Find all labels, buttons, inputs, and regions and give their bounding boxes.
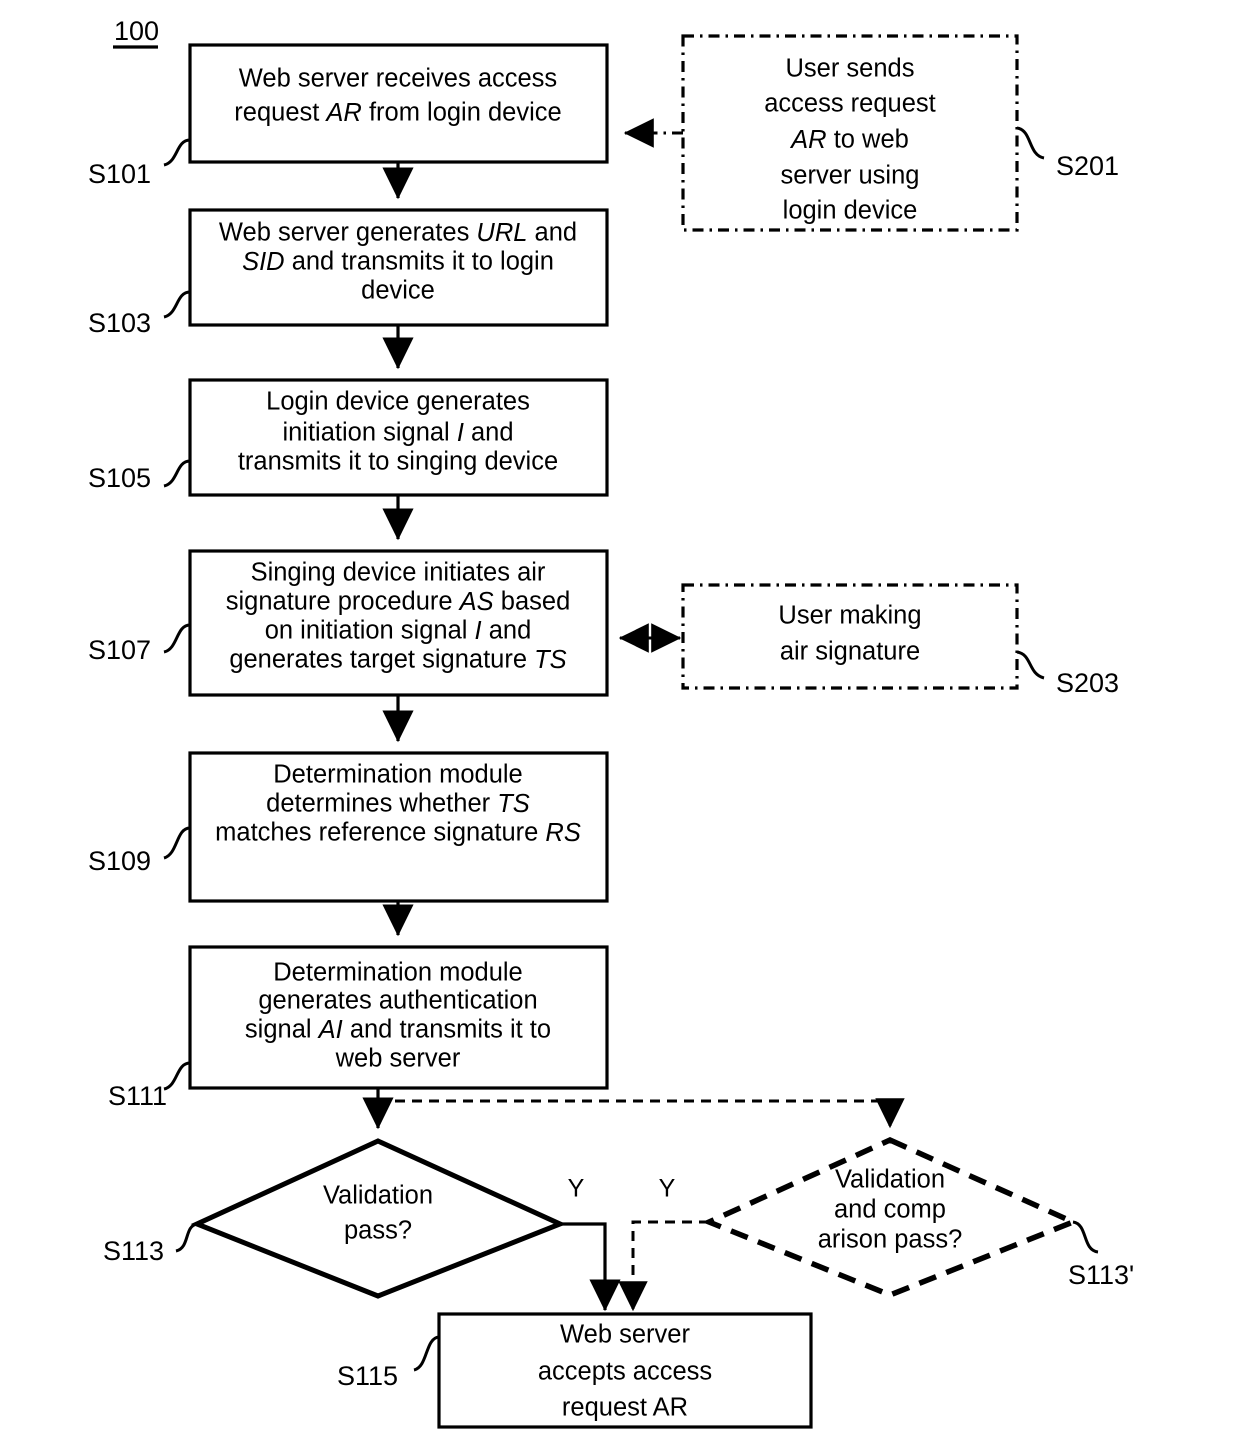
node-s113: Validation pass? S113 bbox=[103, 1138, 567, 1299]
s113prime-line-1: Validation bbox=[835, 1166, 945, 1194]
s107-leader bbox=[163, 623, 191, 654]
s201-ref-label: S201 bbox=[1056, 151, 1119, 181]
s109-line-2: determines whether TS bbox=[266, 790, 530, 818]
s113-line-1: Validation bbox=[323, 1182, 433, 1210]
branch-label-yes-dashed: Y bbox=[659, 1175, 676, 1203]
s203-line-2: air signature bbox=[780, 638, 920, 666]
s105-line-1: Login device generates bbox=[266, 388, 530, 416]
figure-number-text: 100 bbox=[114, 16, 159, 46]
s201-line-1: User sends bbox=[786, 55, 915, 83]
s103-line-1: Web server generates URL and bbox=[219, 219, 577, 247]
s111-line-2: generates authentication bbox=[258, 987, 537, 1015]
node-s111: Determination module generates authentic… bbox=[108, 945, 609, 1111]
s113prime-ref-label: S113' bbox=[1068, 1260, 1134, 1290]
s201-leader bbox=[1016, 126, 1045, 160]
s115-leader bbox=[413, 1335, 440, 1372]
s101-leader bbox=[163, 138, 191, 167]
patent-flowchart-figure: 100 Web server receives access request A… bbox=[0, 0, 1240, 1455]
s107-line-2: signature procedure AS based bbox=[226, 588, 571, 616]
node-s201: User sends access request AR to web serv… bbox=[681, 34, 1119, 232]
s103-ref-label: S103 bbox=[88, 308, 151, 338]
s115-ref-label: S115 bbox=[337, 1361, 398, 1391]
s113prime-leader bbox=[1072, 1220, 1099, 1254]
s203-leader bbox=[1016, 650, 1045, 680]
s115-line-3: request AR bbox=[562, 1394, 688, 1422]
s103-line-3: device bbox=[361, 277, 435, 305]
s115-line-1: Web server bbox=[560, 1321, 690, 1349]
s107-line-1: Singing device initiates air bbox=[251, 559, 546, 587]
s101-ref-label: S101 bbox=[88, 159, 151, 189]
s111-line-3: signal AI and transmits it to bbox=[245, 1016, 551, 1044]
s101-line-1: Web server receives access bbox=[239, 65, 557, 93]
s111-ref-label: S111 bbox=[108, 1081, 167, 1111]
node-s109: Determination module determines whether … bbox=[88, 751, 609, 903]
s101-line-2: request AR from login device bbox=[234, 99, 561, 127]
s113prime-line-2: and comp bbox=[834, 1196, 946, 1224]
connector-s111-to-s113prime bbox=[378, 1098, 905, 1129]
s107-line-3: on initiation signal I and bbox=[265, 617, 532, 645]
s201-line-3: AR to web bbox=[789, 126, 909, 154]
s115-line-2: accepts access bbox=[538, 1358, 712, 1386]
s111-line-1: Determination module bbox=[273, 959, 522, 987]
s105-ref-label: S105 bbox=[88, 463, 151, 493]
s203-box bbox=[681, 583, 1019, 690]
connector-s113-to-s115 bbox=[560, 1222, 621, 1312]
s113-line-2: pass? bbox=[344, 1217, 412, 1245]
s111-line-4: web server bbox=[335, 1045, 461, 1073]
node-s101: Web server receives access request AR fr… bbox=[88, 43, 609, 189]
connector-s113prime-to-s115 bbox=[618, 1220, 709, 1312]
s109-line-3: matches reference signature RS bbox=[215, 819, 581, 847]
s109-ref-label: S109 bbox=[88, 846, 151, 876]
s113-ref-label: S113 bbox=[103, 1236, 164, 1266]
s201-line-5: login device bbox=[783, 197, 918, 225]
node-s107: Singing device initiates air signature p… bbox=[88, 549, 609, 697]
node-s113prime: Validation and comp arison pass? S113' bbox=[702, 1136, 1134, 1298]
node-s103: Web server generates URL and SID and tra… bbox=[88, 208, 609, 338]
s109-leader bbox=[163, 826, 191, 860]
s107-line-4: generates target signature TS bbox=[229, 646, 566, 674]
node-s115: Web server accepts access request AR S11… bbox=[337, 1312, 813, 1429]
figure-number: 100 bbox=[113, 16, 159, 49]
s201-line-2: access request bbox=[764, 90, 936, 118]
node-s203: User making air signature S203 bbox=[681, 583, 1119, 698]
s201-line-4: server using bbox=[781, 162, 920, 190]
s111-leader bbox=[163, 1061, 191, 1091]
s105-line-2: initiation signal I and bbox=[282, 419, 513, 447]
s103-leader bbox=[163, 290, 191, 319]
s105-line-3: transmits it to singing device bbox=[238, 448, 558, 476]
s103-line-2: SID and transmits it to login bbox=[242, 248, 554, 276]
s113-leader bbox=[175, 1222, 198, 1253]
s105-leader bbox=[163, 459, 191, 488]
branch-label-yes-solid: Y bbox=[568, 1175, 585, 1203]
flowchart-canvas: 100 Web server receives access request A… bbox=[88, 16, 1134, 1429]
node-s105: Login device generates initiation signal… bbox=[88, 378, 609, 497]
s203-ref-label: S203 bbox=[1056, 668, 1119, 698]
s113prime-line-3: arison pass? bbox=[818, 1226, 963, 1254]
s107-ref-label: S107 bbox=[88, 635, 151, 665]
s109-line-1: Determination module bbox=[273, 761, 522, 789]
s203-line-1: User making bbox=[778, 602, 921, 630]
